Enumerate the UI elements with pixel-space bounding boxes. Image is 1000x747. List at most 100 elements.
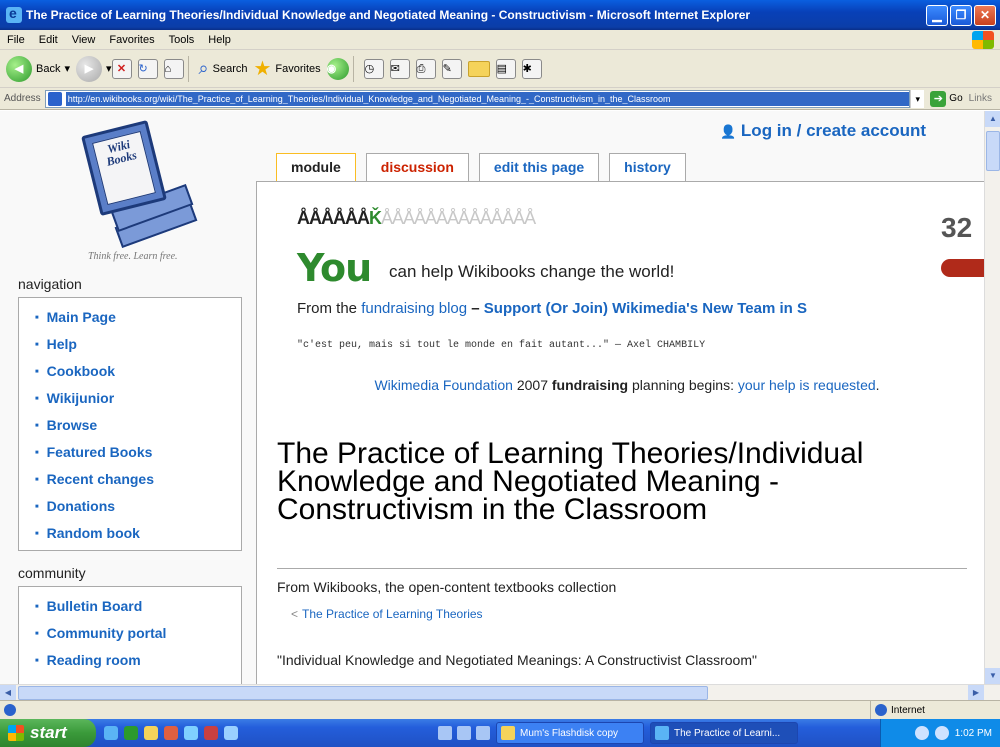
progress-people-empty: ÅÅÅÅÅÅÅÅÅÅÅÅÅÅ — [381, 208, 536, 228]
history-button[interactable]: ◷ — [363, 58, 384, 79]
home-button[interactable]: ⌂ — [163, 58, 184, 79]
donation-counter: 32 — [941, 212, 973, 243]
windows-flag-icon — [8, 725, 24, 741]
folder-icon[interactable] — [467, 60, 490, 77]
window-title-bar[interactable]: The Practice of Learning Theories/Indivi… — [0, 0, 1000, 30]
task-ie-window[interactable]: The Practice of Learni... — [650, 722, 798, 744]
url-input[interactable] — [65, 91, 910, 106]
edit-button[interactable]: ✎ — [441, 58, 462, 79]
forward-button[interactable]: ▶ ▾ — [76, 55, 112, 82]
tab-edit[interactable]: edit this page — [478, 153, 600, 181]
links-button[interactable]: Links — [969, 93, 992, 104]
back-dropdown-icon[interactable]: ▾ — [64, 62, 70, 75]
site-subtitle: From Wikibooks, the open-content textboo… — [277, 579, 617, 595]
breadcrumb[interactable]: < The Practice of Learning Theories — [291, 607, 483, 621]
scroll-up-icon[interactable]: ▲ — [985, 111, 1000, 127]
content-area: ÅÅÅÅÅÅǨÅÅÅÅÅÅÅÅÅÅÅÅÅÅ 32 You can help Wi… — [256, 181, 984, 684]
quicklaunch-folder-icon[interactable] — [144, 726, 158, 740]
wikibooks-logo[interactable]: Wiki Books — [50, 117, 200, 267]
address-field[interactable] — [44, 89, 911, 108]
messenger-button[interactable]: ✱ — [521, 58, 542, 79]
star-icon: ★ — [253, 58, 272, 80]
scroll-down-icon[interactable]: ▼ — [985, 668, 1000, 684]
tray-shortcut-icon[interactable] — [438, 726, 452, 740]
quicklaunch-ie-icon[interactable] — [104, 726, 118, 740]
maximize-button[interactable]: ❐ — [950, 4, 972, 26]
nav-featured-books[interactable]: Featured Books — [35, 439, 241, 466]
task-flashdisk[interactable]: Mum's Flashdisk copy — [496, 722, 644, 744]
back-button[interactable]: ◀ Back ▾ — [6, 55, 70, 82]
menu-file[interactable]: File — [0, 34, 32, 46]
tab-history[interactable]: history — [609, 153, 686, 181]
tab-discussion[interactable]: discussion — [365, 153, 469, 181]
quicklaunch-tool-icon[interactable] — [204, 726, 218, 740]
print-button[interactable]: ⎙ — [415, 58, 436, 79]
start-button[interactable]: start — [0, 719, 96, 747]
quicklaunch-media-icon[interactable] — [124, 726, 138, 740]
nav-cookbook[interactable]: Cookbook — [35, 358, 241, 385]
volume-icon[interactable] — [934, 726, 949, 740]
favorites-button[interactable]: ★ Favorites — [253, 56, 320, 81]
search-button[interactable]: ⌕ Search — [199, 58, 248, 79]
menu-favorites[interactable]: Favorites — [102, 34, 161, 46]
menu-view[interactable]: View — [65, 34, 103, 46]
breadcrumb-link[interactable]: The Practice of Learning Theories — [302, 607, 483, 621]
go-button[interactable]: ➔ Go — [930, 90, 963, 107]
donate-button[interactable] — [941, 259, 984, 277]
go-label: Go — [949, 93, 963, 104]
search-label: Search — [212, 62, 248, 75]
nav-wikijunior[interactable]: Wikijunior — [35, 385, 241, 412]
tray-shortcut-icon[interactable] — [457, 726, 471, 740]
horizontal-scroll-thumb[interactable] — [18, 686, 708, 700]
nav-community-portal[interactable]: Community portal — [35, 620, 241, 647]
nav-bulletin-board[interactable]: Bulletin Board — [35, 593, 241, 620]
clock[interactable]: 1:02 PM — [955, 728, 992, 739]
blog-link[interactable]: fundraising blog — [361, 300, 467, 317]
page-title: The Practice of Learning Theories/Indivi… — [277, 437, 864, 526]
scroll-right-icon[interactable]: ▶ — [968, 685, 984, 701]
logo-book-top: Wiki Books — [81, 119, 167, 217]
nav-main-page[interactable]: Main Page — [35, 304, 241, 331]
help-requested-link[interactable]: your help is requested — [738, 377, 876, 393]
support-link[interactable]: Support (Or Join) Wikimedia's New Team i… — [484, 300, 807, 317]
minimize-button[interactable]: ▁ — [926, 4, 948, 26]
horizontal-scrollbar[interactable]: ◀ ▶ — [0, 684, 1000, 701]
vertical-scrollbar[interactable]: ▲ ▼ — [984, 111, 1000, 684]
tray-shortcut-icon[interactable] — [476, 726, 490, 740]
media-button[interactable]: ◉ — [326, 57, 349, 80]
zone-label: Internet — [891, 704, 925, 716]
close-button[interactable]: ✕ — [974, 4, 996, 26]
quicklaunch-messenger-icon[interactable] — [184, 726, 198, 740]
nav-recent-changes[interactable]: Recent changes — [35, 466, 241, 493]
logo-text: Wiki Books — [92, 130, 156, 206]
mail-button[interactable]: ✉ — [389, 58, 410, 79]
menu-tools[interactable]: Tools — [162, 34, 202, 46]
network-icon[interactable] — [914, 726, 929, 740]
quicklaunch-app-icon[interactable] — [164, 726, 178, 740]
page-viewport: 👤 Log in / create account Wiki Books Thi… — [0, 111, 984, 684]
toolbar: ◀ Back ▾ ▶ ▾ ✕ ↻ ⌂ ⌕ Search ★ Favorites … — [0, 50, 1000, 88]
planning-bold: fundraising — [551, 377, 629, 393]
nav-random-book[interactable]: Random book — [35, 520, 241, 547]
address-dropdown-icon[interactable]: ▾ — [910, 89, 925, 108]
windows-logo-icon — [972, 30, 994, 49]
quicklaunch-desktop-icon[interactable] — [224, 726, 238, 740]
scroll-left-icon[interactable]: ◀ — [0, 685, 16, 701]
page-tabs: module discussion edit this page history — [276, 153, 696, 181]
menu-help[interactable]: Help — [201, 34, 238, 46]
nav-help[interactable]: Help — [35, 331, 241, 358]
stop-button[interactable]: ✕ — [111, 58, 132, 79]
nav-browse[interactable]: Browse — [35, 412, 241, 439]
foundation-link[interactable]: Wikimedia Foundation — [374, 377, 513, 393]
research-button[interactable]: ▤ — [495, 58, 516, 79]
menu-edit[interactable]: Edit — [32, 34, 65, 46]
login-label: Log in / create account — [740, 121, 927, 140]
lead-paragraph: "Individual Knowledge and Negotiated Mea… — [277, 652, 757, 668]
nav-donations[interactable]: Donations — [35, 493, 241, 520]
vertical-scroll-thumb[interactable] — [986, 131, 1000, 171]
nav-reading-room[interactable]: Reading room — [35, 647, 241, 674]
refresh-button[interactable]: ↻ — [137, 58, 158, 79]
login-link[interactable]: 👤 Log in / create account — [720, 121, 926, 141]
forward-dropdown-icon[interactable]: ▾ — [106, 62, 112, 75]
tab-module[interactable]: module — [276, 153, 356, 181]
